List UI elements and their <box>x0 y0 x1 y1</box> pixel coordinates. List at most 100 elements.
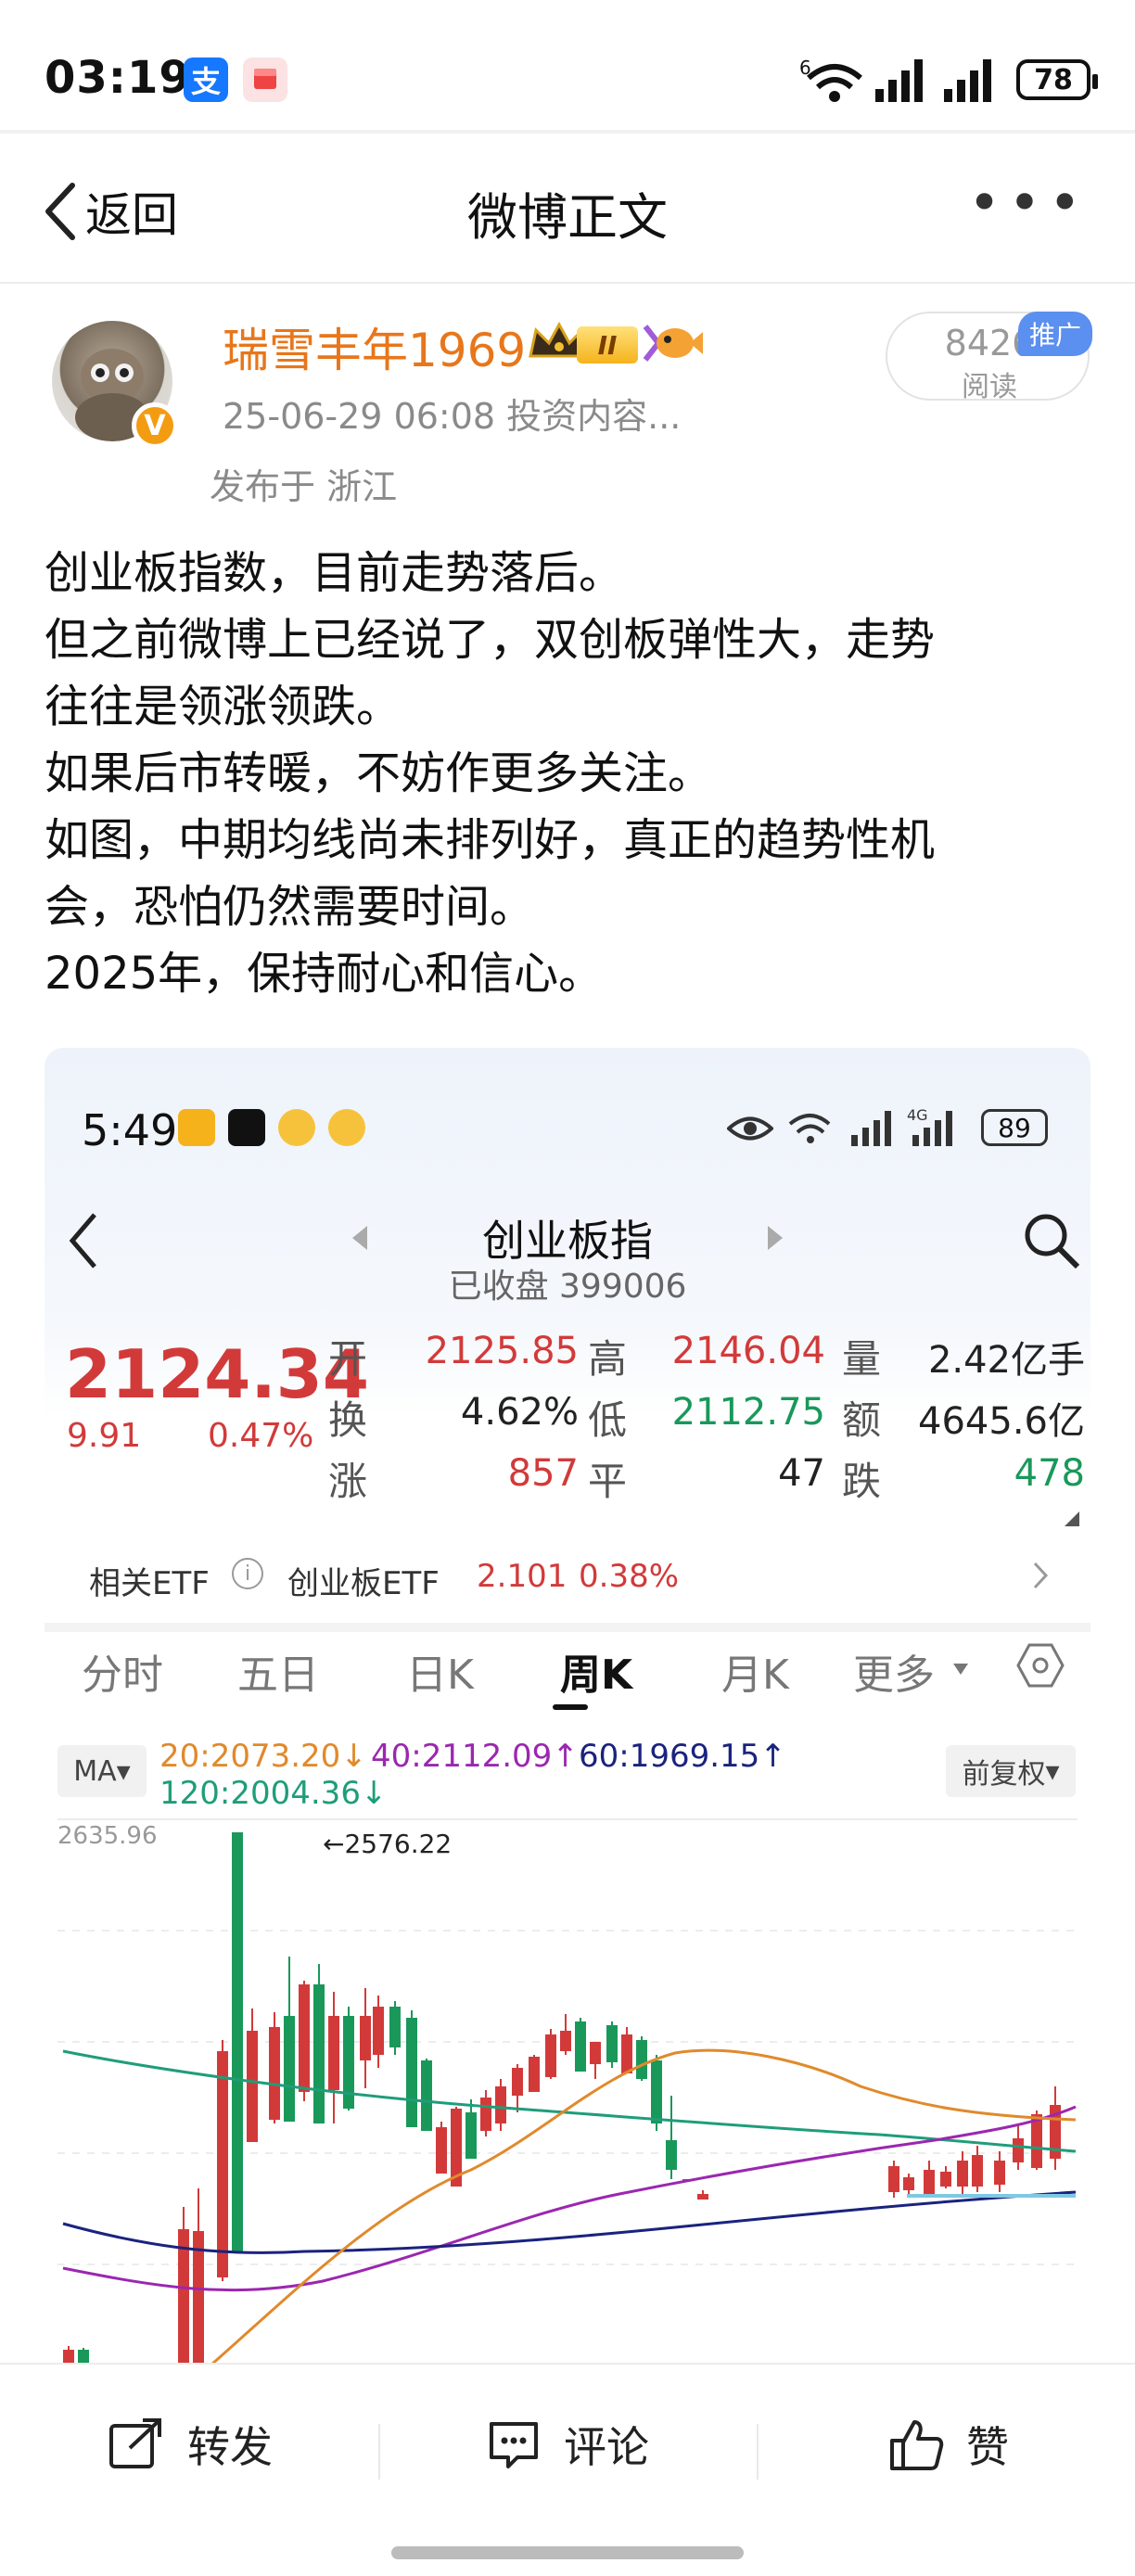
divider <box>757 2424 759 2480</box>
page-title: 微博正文 <box>467 188 668 247</box>
turnover-value: 4.62% <box>460 1391 579 1434</box>
tab-five-day: 五日 <box>237 1651 319 1699</box>
embed-signal-icon-2: 4G <box>907 1106 952 1146</box>
ma20-line <box>210 2048 1077 2365</box>
signal-icon-1 <box>875 59 923 102</box>
post-line: 但之前微博上已经说了，双创板弹性大，走势 <box>45 614 936 666</box>
candle-body <box>545 2034 556 2077</box>
app-notification-icon <box>243 57 287 102</box>
ma40-line <box>62 2105 1077 2292</box>
candle-body <box>651 2060 662 2123</box>
status-bar: 03:19 支 6 78 <box>0 0 1135 130</box>
high-value: 2146.04 <box>671 1330 825 1372</box>
more-options-icon[interactable]: ••• <box>968 171 1089 236</box>
chevron-right-icon <box>1033 1562 1049 1589</box>
candle-body <box>697 2194 708 2200</box>
like-label: 赞 <box>966 2422 1009 2472</box>
candle-body <box>636 2040 647 2079</box>
candle-body <box>284 2016 295 2122</box>
post-line: 如图，中期均线尚未排列好，真正的趋势性机 <box>45 814 936 866</box>
weibo-icon-1 <box>278 1109 315 1146</box>
candle-body <box>217 2051 228 2277</box>
tab-monthly-k: 月K <box>721 1651 789 1699</box>
app-icon-1 <box>178 1109 215 1146</box>
thumbs-up-icon <box>890 2420 944 2470</box>
candle-body <box>957 2161 968 2187</box>
high-label: 高 <box>588 1336 628 1382</box>
ma120-line <box>62 2049 1077 2153</box>
ma120-value: 120:2004.36↓ <box>159 1775 388 1812</box>
candle-body <box>232 1832 243 2253</box>
open-value: 2125.85 <box>425 1330 579 1372</box>
candle-body <box>590 2042 601 2064</box>
candle-body <box>480 2098 491 2131</box>
adjustment-button: 前复权 ▾ <box>946 1745 1076 1797</box>
candle-body <box>299 1984 310 2092</box>
etf-pct: 0.38% <box>579 1558 680 1595</box>
tab-underline <box>553 1704 588 1710</box>
like-button[interactable]: 赞 <box>888 2407 1009 2481</box>
ma-selector-button: MA ▾ <box>57 1745 147 1797</box>
alipay-icon: 支 <box>184 57 228 102</box>
candle-body <box>313 1984 325 2123</box>
candle-body <box>529 2057 540 2092</box>
comment-button[interactable]: 评论 <box>486 2407 649 2481</box>
eye-icon <box>727 1116 773 1141</box>
candle-body <box>465 2112 477 2159</box>
volume-label: 量 <box>842 1336 882 1382</box>
tab-intraday: 分时 <box>82 1651 163 1699</box>
candle-body <box>247 2031 258 2142</box>
candle-body <box>360 2016 371 2060</box>
embed-signal-icon-1 <box>851 1111 891 1146</box>
post-location: 发布于 浙江 <box>210 466 398 507</box>
read-label: 阅读 <box>962 371 1017 403</box>
post-line: 创业板指数，目前走势落后。 <box>45 547 624 599</box>
candle-body <box>495 2086 506 2123</box>
candle-body <box>436 2127 447 2174</box>
index-price: 2124.34 <box>65 1335 369 1413</box>
embed-search-icon <box>1025 1214 1080 1269</box>
post-line: 如果后市转暖，不妨作更多关注。 <box>45 747 713 799</box>
embed-battery-icon: 89 <box>981 1109 1048 1146</box>
embed-status-time: 5:49 <box>82 1105 178 1155</box>
etf-name: 创业板ETF <box>287 1565 440 1602</box>
etf-price: 2.101 <box>477 1558 568 1595</box>
promo-tag: 推广 <box>1018 312 1093 356</box>
low-label: 低 <box>588 1397 628 1443</box>
candle-body <box>924 2170 935 2198</box>
tab-weekly-k: 周K <box>560 1651 633 1699</box>
ma-selector-label: MA <box>73 1754 117 1788</box>
decliners-label: 跌 <box>842 1459 882 1504</box>
ma40-value: 40:2112.09↑ <box>371 1738 579 1775</box>
candle-body <box>621 2034 632 2073</box>
expand-corner-icon <box>1065 1511 1079 1526</box>
repost-button[interactable]: 转发 <box>106 2407 273 2481</box>
related-etf-row: 相关ETF i 创业板ETF 2.101 0.38% <box>45 1530 1090 1632</box>
repost-icon <box>109 2418 161 2468</box>
y-top-label: 2635.96 <box>57 1822 158 1850</box>
candle-body <box>888 2166 899 2192</box>
wifi-icon: 6 <box>799 57 862 102</box>
signal-icon-2 <box>944 59 991 102</box>
next-index-icon <box>768 1226 783 1250</box>
post-timestamp: 25-06-29 06:08 投资内容... <box>223 396 682 437</box>
adjustment-label: 前复权 <box>962 1758 1046 1791</box>
nav-bar: 返回 微博正文 ••• <box>0 130 1135 284</box>
candle-body <box>328 2016 339 2090</box>
candle-body <box>406 2018 417 2127</box>
username[interactable]: 瑞雪丰年1969 <box>223 313 526 380</box>
settings-hex-icon <box>1016 1643 1065 1688</box>
dropdown-arrow-icon <box>953 1664 968 1675</box>
candle-body <box>972 2155 983 2187</box>
post-line: 会，恐怕仍然需要时间。 <box>45 881 535 933</box>
open-label: 开 <box>328 1336 368 1382</box>
candle-body <box>373 2007 384 2055</box>
ma20-value: 20:2073.20↓ <box>159 1738 367 1775</box>
emoji-fish-icon <box>657 328 703 358</box>
candle-body <box>666 2140 677 2170</box>
battery-icon: 78 <box>1016 59 1098 100</box>
embedded-screenshot[interactable]: 5:49 4G 89 创业板指 已收盘 399006 2124.34 9.91 … <box>45 1048 1090 2365</box>
volume-value: 2.42亿手 <box>927 1339 1085 1382</box>
etf-label: 相关ETF <box>89 1565 210 1602</box>
status-time: 03:19 <box>45 52 191 104</box>
